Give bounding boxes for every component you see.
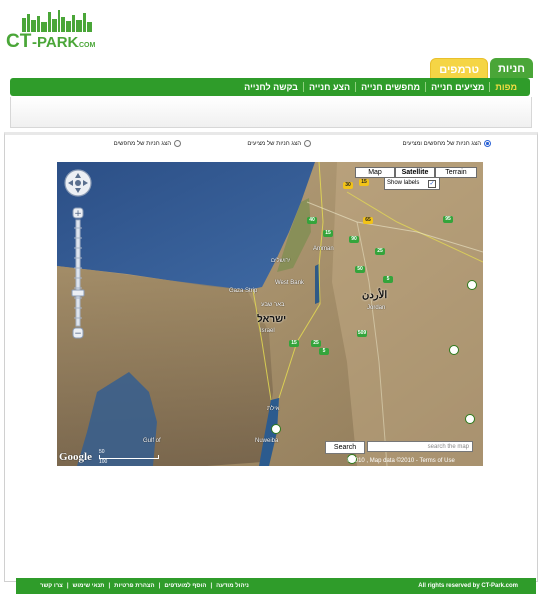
map-label: West Bank [275, 280, 304, 286]
map-label: Nuweiba [255, 438, 279, 444]
map-label-country: ישראל [257, 314, 287, 325]
minus-icon: − [74, 329, 82, 339]
road-shield: 15 [323, 230, 333, 237]
plus-icon: + [74, 209, 82, 219]
map-scale: 50 100 [99, 449, 159, 465]
zoom-control[interactable]: + − [63, 168, 95, 348]
footer-link-favorites[interactable]: הוסף למועדפים [164, 583, 206, 589]
logo-park: -PARK [32, 34, 79, 51]
footer-link-terms[interactable]: תנאי שימוש [73, 583, 105, 589]
map-search-button[interactable]: Search [325, 441, 365, 454]
road-shield: 25 [375, 248, 385, 255]
logo-com: .COM [77, 42, 95, 49]
tab-rides[interactable]: טרמפים [430, 58, 489, 80]
radio-button[interactable] [304, 140, 311, 147]
road-shield: 509 [357, 330, 367, 337]
site-logo[interactable]: CT -PARK .COM [4, 10, 96, 52]
nav-separator [489, 82, 491, 92]
main-nav: מפות מציעים חנייה מחפשים חנייה הצע חנייה… [10, 78, 530, 96]
map-label-country: الأردن [362, 290, 388, 301]
radio-offering[interactable]: הצג חניות של מציעים [247, 140, 311, 147]
parking-marker[interactable] [467, 280, 477, 290]
nav-item-offering[interactable]: מציעים חנייה [426, 82, 489, 92]
map-attribution[interactable]: ©2010 , Map data ©2010 - Terms of Use [347, 458, 455, 464]
footer-link-manage[interactable]: ניהול מודעה [216, 583, 249, 589]
checkbox-checked-icon[interactable]: ✓ [428, 180, 436, 188]
road-shield: 15 [289, 340, 299, 347]
nav-item-maps[interactable]: מפות [490, 82, 522, 92]
footer-copyright: All rights reserved by CT-Park.com [418, 583, 518, 589]
road-shield: 90 [349, 236, 359, 243]
tab-parking[interactable]: חניות [490, 58, 533, 78]
road-shield: 5 [383, 276, 393, 283]
nav-separator [425, 82, 427, 92]
radio-button[interactable] [484, 140, 491, 147]
filter-radios: הצג חניות של מחפשים ומציעים הצג חניות של… [0, 140, 541, 154]
radio-label: הצג חניות של מחפשים ומציעים [402, 140, 481, 147]
map-label: באר שבע [261, 302, 285, 308]
city-skyline-icon [22, 10, 92, 32]
parking-marker[interactable] [449, 345, 459, 355]
map-search: Search search the map [325, 441, 475, 454]
nav-separator [355, 82, 357, 92]
scale-bottom: 100 [99, 459, 108, 465]
google-logo[interactable]: Google [59, 451, 92, 463]
map-view[interactable]: + − Map Satellite Terrain Show labels ✓ … [57, 162, 483, 466]
radio-both[interactable]: הצג חניות של מחפשים ומציעים [402, 140, 491, 147]
parking-marker[interactable] [465, 414, 475, 424]
map-label: Gulf of [143, 438, 161, 444]
show-labels-toggle[interactable]: Show labels ✓ [384, 177, 440, 190]
radio-label: הצג חניות של מחפשים [113, 140, 171, 147]
logo-ct: CT [6, 31, 32, 52]
map-label: אילת [267, 406, 280, 412]
radio-seeking[interactable]: הצג חניות של מחפשים [114, 140, 181, 147]
footer-links: ניהול מודעה | הוסף למועדפים | הצהרת פרטיות… [40, 583, 249, 589]
map-label: Jordan [367, 305, 386, 311]
map-label: Amman [313, 246, 334, 252]
nav-separator [302, 82, 304, 92]
road-shield: 50 [355, 266, 365, 273]
zoom-handle[interactable] [71, 289, 85, 297]
nav-item-request-parking[interactable]: בקשה לחנייה [239, 82, 303, 92]
footer-link-contact[interactable]: צרו קשר [40, 583, 63, 589]
road-shield: 25 [311, 340, 321, 347]
footer: All rights reserved by CT-Park.com ניהול… [16, 578, 536, 594]
road-shield: 95 [443, 216, 453, 223]
radio-button[interactable] [174, 140, 181, 147]
radio-label: הצג חניות של מציעים [247, 140, 301, 147]
road-shield: 30 [343, 182, 353, 189]
road-shield: 40 [307, 217, 317, 224]
map-label: ירושלים [271, 258, 291, 264]
footer-link-privacy[interactable]: הצהרת פרטיות [114, 583, 154, 589]
nav-item-seeking[interactable]: מחפשים חנייה [356, 82, 425, 92]
map-label: Israel [260, 328, 275, 334]
nav-item-offer-parking[interactable]: הצע חנייה [304, 82, 355, 92]
map-label: Gaza Strip [229, 288, 258, 294]
zoom-slider[interactable] [75, 219, 81, 327]
main-tabs: חניות טרמפים [430, 58, 533, 80]
road-shield: 15 [359, 179, 369, 186]
sub-navbar [10, 97, 532, 128]
road-shield: 65 [363, 217, 373, 224]
road-shield: 5 [319, 348, 329, 355]
show-labels-text: Show labels [387, 180, 420, 186]
map-type-terrain[interactable]: Terrain [435, 167, 477, 178]
map-search-input[interactable]: search the map [367, 441, 473, 452]
parking-marker[interactable] [271, 424, 281, 434]
